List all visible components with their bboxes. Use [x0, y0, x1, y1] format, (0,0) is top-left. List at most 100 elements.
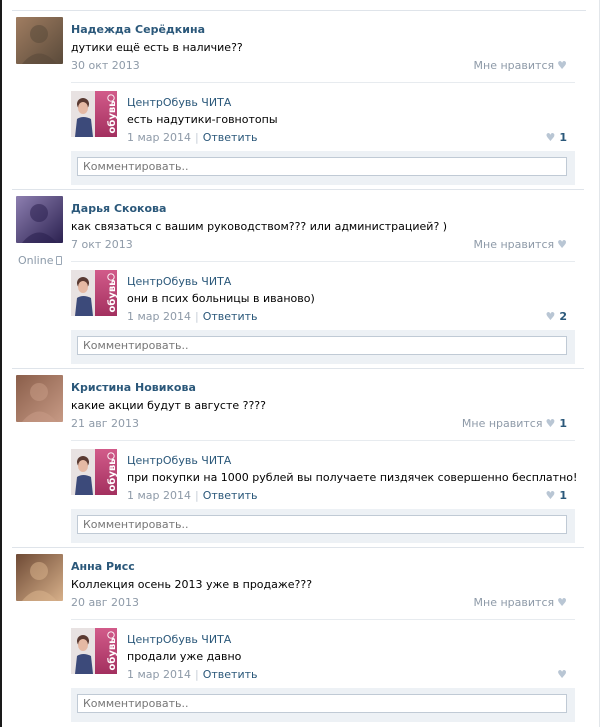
reply-author-link[interactable]: ЦентрОбувь ЧИТА [127, 454, 231, 467]
reply-text: они в псих больницы в иваново) [127, 292, 315, 305]
comment-input[interactable]: Комментировать.. [77, 515, 567, 534]
reply-author-avatar[interactable]: обувь [71, 270, 117, 316]
reply-like-count: 1 [559, 489, 567, 502]
reply-date[interactable]: 1 мар 2014 [127, 668, 191, 681]
post-date[interactable]: 21 авг 2013 [71, 417, 139, 430]
brand-logo-image: обувь [71, 91, 117, 137]
post-text: Коллекция осень 2013 уже в продаже??? [71, 578, 313, 591]
reply-answer-link[interactable]: Ответить [203, 668, 258, 681]
reply-answer-link[interactable]: Ответить [203, 310, 258, 323]
reply-author-avatar[interactable]: обувь [71, 91, 117, 137]
brand-logo-image: обувь [71, 628, 117, 674]
heart-icon: ♥ [557, 238, 567, 251]
heart-icon: ♥ [557, 668, 567, 681]
comment-box: Комментировать.. [71, 151, 575, 185]
post-text: дутики ещё есть в наличие?? [71, 41, 243, 54]
wall-post: Кристина Новикова какие акции будут в ав… [12, 375, 584, 547]
like-button[interactable]: Мне нравится ♥ [474, 596, 567, 609]
reply-meta: 1 мар 2014 | Ответить [127, 489, 258, 502]
reply-author-avatar[interactable]: обувь [71, 628, 117, 674]
meta-separator: | [195, 131, 199, 144]
post-author-link[interactable]: Анна Рисс [71, 560, 135, 573]
reply-divider [71, 440, 575, 441]
brand-logo-text: обувь [106, 100, 117, 133]
post-date[interactable]: 30 окт 2013 [71, 59, 140, 72]
reply-author-avatar[interactable]: обувь [71, 449, 117, 495]
post-author-link[interactable]: Дарья Скокова [71, 202, 166, 215]
reply-author-link[interactable]: ЦентрОбувь ЧИТА [127, 633, 231, 646]
wall-post: Надежда Серёдкина дутики ещё есть в нали… [12, 17, 584, 189]
post-date[interactable]: 7 окт 2013 [71, 238, 133, 251]
reply-text: продали уже давно [127, 650, 242, 663]
reply-like-button[interactable]: ♥ [557, 668, 567, 681]
like-button[interactable]: Мне нравится ♥ 1 [462, 417, 567, 430]
post-author-link[interactable]: Надежда Серёдкина [71, 23, 205, 36]
comment-input[interactable]: Комментировать.. [77, 694, 567, 713]
author-avatar[interactable] [16, 554, 63, 601]
reply-divider [71, 619, 575, 620]
post-separator [12, 368, 584, 369]
like-label: Мне нравится [473, 596, 555, 609]
brand-logo-text: обувь [106, 279, 117, 312]
brand-logo-image: обувь [71, 270, 117, 316]
reply-divider [71, 261, 575, 262]
window-left-border [0, 0, 2, 727]
like-label: Мне нравится [473, 238, 555, 251]
heart-icon: ♥ [545, 310, 556, 323]
post-separator [12, 189, 584, 190]
author-avatar[interactable] [16, 17, 63, 64]
heart-icon: ♥ [545, 489, 556, 502]
comment-box: Комментировать.. [71, 688, 575, 722]
post-date[interactable]: 20 авг 2013 [71, 596, 139, 609]
like-button[interactable]: Мне нравится ♥ [474, 238, 567, 251]
like-count: 1 [559, 417, 567, 430]
brand-logo-text: обувь [106, 637, 117, 670]
like-label: Мне нравится [461, 417, 543, 430]
online-label: Online [18, 254, 54, 267]
reply-author-link[interactable]: ЦентрОбувь ЧИТА [127, 275, 231, 288]
wall-post: Online Дарья Скокова как связаться с ваш… [12, 196, 584, 368]
reply-like-button[interactable]: ♥ 1 [545, 131, 567, 144]
mobile-icon [56, 256, 63, 265]
reply-like-count: 1 [559, 131, 567, 144]
reply-date[interactable]: 1 мар 2014 [127, 310, 191, 323]
brand-logo-image: обувь [71, 449, 117, 495]
reply-like-button[interactable]: ♥ 2 [545, 310, 567, 323]
reply-author-link[interactable]: ЦентрОбувь ЧИТА [127, 96, 231, 109]
reply-meta: 1 мар 2014 | Ответить [127, 668, 258, 681]
comment-box: Комментировать.. [71, 330, 575, 364]
post-author-link[interactable]: Кристина Новикова [71, 381, 196, 394]
reply-date[interactable]: 1 мар 2014 [127, 131, 191, 144]
reply-divider [71, 82, 575, 83]
reply-like-count: 2 [559, 310, 567, 323]
comment-input[interactable]: Комментировать.. [77, 336, 567, 355]
avatar-image [16, 375, 63, 422]
heart-icon: ♥ [545, 417, 556, 430]
avatar-image [16, 17, 63, 64]
reply-answer-link[interactable]: Ответить [203, 131, 258, 144]
online-status: Online [18, 254, 63, 267]
avatar-image [16, 196, 63, 243]
comment-input[interactable]: Комментировать.. [77, 157, 567, 176]
comment-box: Комментировать.. [71, 509, 575, 543]
meta-separator: | [195, 310, 199, 323]
top-separator [12, 10, 586, 11]
reply-like-button[interactable]: ♥ 1 [545, 489, 567, 502]
reply-answer-link[interactable]: Ответить [203, 489, 258, 502]
heart-icon: ♥ [557, 59, 567, 72]
post-text: какие акции будут в августе ???? [71, 399, 266, 412]
brand-logo-text: обувь [106, 458, 117, 491]
reply-meta: 1 мар 2014 | Ответить [127, 310, 258, 323]
reply-meta: 1 мар 2014 | Ответить [127, 131, 258, 144]
meta-separator: | [195, 489, 199, 502]
wall-post: Анна Рисс Коллекция осень 2013 уже в про… [12, 554, 584, 726]
heart-icon: ♥ [557, 596, 567, 609]
reply-date[interactable]: 1 мар 2014 [127, 489, 191, 502]
reply-text: при покупки на 1000 рублей вы получаете … [127, 471, 578, 484]
like-label: Мне нравится [473, 59, 555, 72]
like-button[interactable]: Мне нравится ♥ [474, 59, 567, 72]
post-separator [12, 547, 584, 548]
author-avatar[interactable] [16, 375, 63, 422]
avatar-image [16, 554, 63, 601]
author-avatar[interactable] [16, 196, 63, 243]
